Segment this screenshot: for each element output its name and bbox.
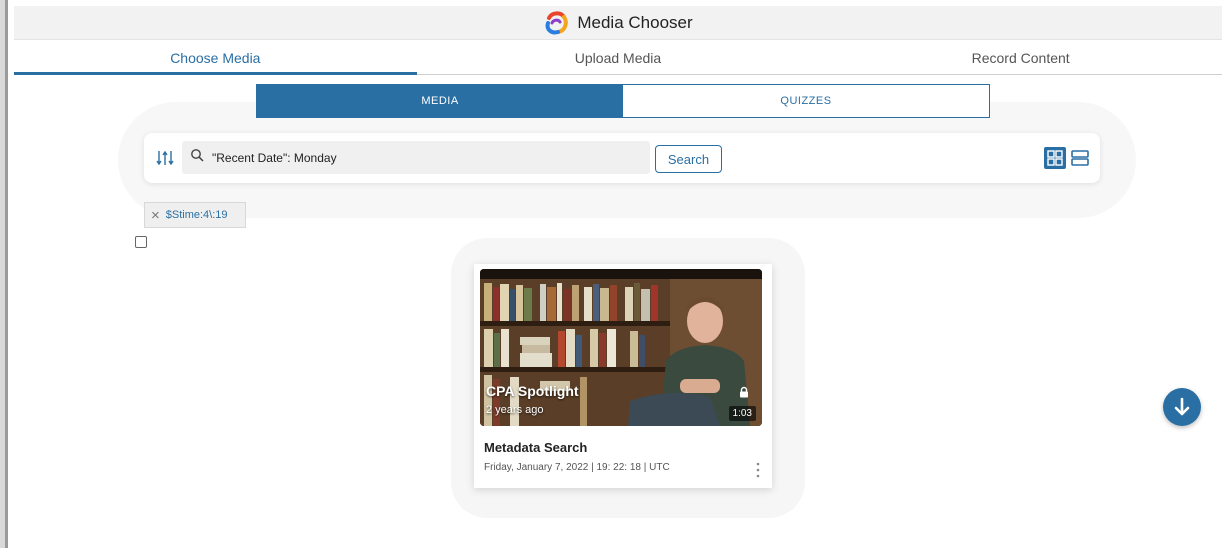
thumbnail-image: [480, 269, 762, 426]
media-card[interactable]: CPA Spotlight 2 years ago 1:03 Metadata …: [474, 264, 772, 488]
title-bar: Media Chooser: [14, 6, 1222, 40]
tab-choose-media[interactable]: Choose Media: [14, 41, 417, 75]
kebab-menu-icon[interactable]: [756, 462, 760, 478]
search-button[interactable]: Search: [655, 145, 722, 173]
search-icon: [190, 148, 204, 167]
window-left-edge: [0, 0, 10, 548]
arrow-down-icon: [1174, 397, 1190, 416]
grid-view-icon[interactable]: [1044, 147, 1066, 169]
duration-badge: 1:03: [728, 406, 756, 421]
media-chooser-logo-icon: [543, 10, 569, 36]
search-input-value: "Recent Date": Monday: [212, 150, 337, 165]
select-all-checkbox[interactable]: [135, 236, 147, 248]
close-icon[interactable]: ×: [151, 208, 160, 223]
search-input[interactable]: "Recent Date": Monday: [182, 141, 650, 174]
window-title: Media Chooser: [577, 12, 693, 32]
media-toggle-button[interactable]: MEDIA: [257, 85, 623, 117]
sort-icon[interactable]: [156, 148, 174, 168]
top-tabs: Choose Media Upload Media Record Content: [14, 41, 1222, 75]
list-view-icon[interactable]: [1069, 147, 1091, 169]
media-name: Metadata Search: [484, 440, 588, 455]
media-type-toggle: MEDIA QUIZZES: [256, 84, 990, 118]
quizzes-toggle-button[interactable]: QUIZZES: [623, 85, 989, 117]
search-bar-card: "Recent Date": Monday Search: [144, 133, 1100, 183]
scroll-down-button[interactable]: [1163, 388, 1201, 426]
thumbnail-title: CPA Spotlight: [486, 383, 579, 399]
media-date: Friday, January 7, 2022 | 19: 22: 18 | U…: [484, 462, 670, 473]
thumbnail-age: 2 years ago: [486, 404, 544, 416]
filter-chip: × $Stime:4\:19: [144, 202, 246, 228]
media-thumbnail[interactable]: CPA Spotlight 2 years ago 1:03: [480, 269, 762, 426]
lock-icon: [738, 385, 750, 398]
tab-upload-media[interactable]: Upload Media: [417, 41, 820, 74]
media-chooser-window: Media Chooser Choose Media Upload Media …: [14, 6, 1222, 548]
filter-chip-label: $Stime:4\:19: [165, 209, 228, 221]
tab-record-content[interactable]: Record Content: [819, 41, 1222, 74]
